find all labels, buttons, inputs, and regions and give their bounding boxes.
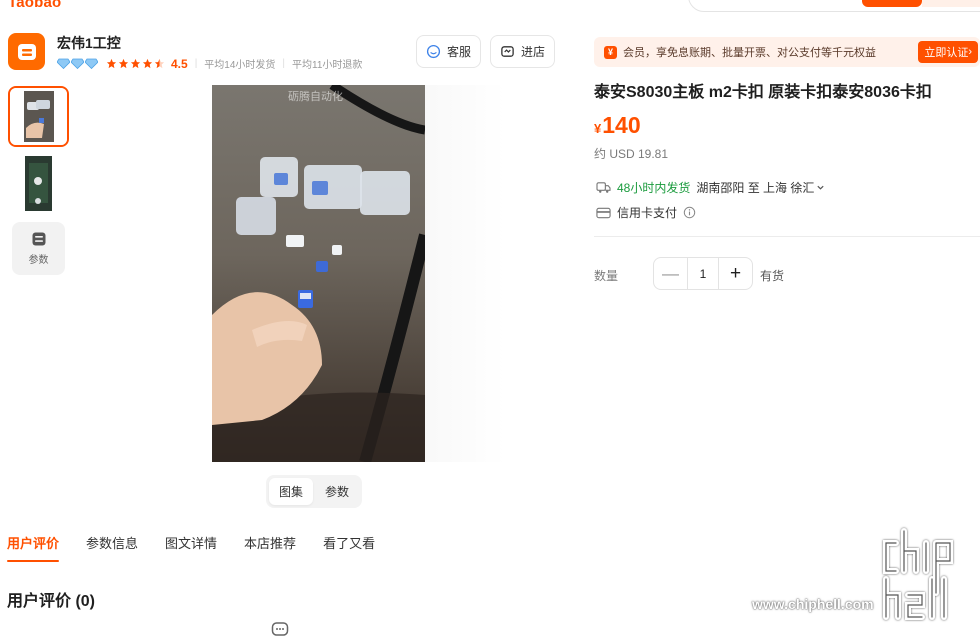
thumbnail-photo-2[interactable] — [8, 153, 69, 214]
search-secondary-button[interactable] — [922, 0, 980, 7]
params-thumbnail-label: 参数 — [28, 255, 49, 266]
star-icon — [142, 58, 153, 69]
tab-also-viewed[interactable]: 看了又看 — [323, 533, 375, 561]
increase-button[interactable]: + — [719, 258, 752, 289]
truck-icon — [596, 182, 611, 193]
product-photo — [212, 85, 425, 462]
tab-reviews[interactable]: 用户评价 — [7, 533, 60, 562]
product-price: ¥ 140 — [594, 112, 641, 139]
tab-params[interactable]: 参数信息 — [86, 533, 138, 561]
price-value: 140 — [602, 112, 641, 138]
ship-promise: 48小时内发货 — [617, 181, 691, 195]
chat-bubble-icon — [271, 621, 289, 639]
diamond-icon — [57, 58, 70, 69]
tab-details[interactable]: 图文详情 — [165, 533, 217, 561]
info-icon[interactable] — [683, 206, 696, 219]
shop-bag-icon — [17, 43, 36, 60]
tab-store-recommend[interactable]: 本店推荐 — [244, 533, 296, 561]
shop-meta: 4.5 | 平均14小时发货 | 平均11小时退款 — [57, 56, 362, 71]
credit-card-icon — [596, 207, 611, 218]
verify-now-button[interactable]: 立即认证 › — [918, 41, 978, 63]
store-icon — [501, 46, 514, 57]
verify-now-label: 立即认证 — [924, 47, 969, 59]
chevron-down-icon[interactable] — [816, 183, 825, 192]
decrease-button[interactable]: — — [654, 258, 687, 289]
shipping-row: 48小时内发货 湖南邵阳 至 上海 徐汇 — [596, 179, 825, 196]
chevron-right-icon: › — [968, 46, 972, 58]
switch-params[interactable]: 参数 — [315, 478, 359, 505]
shop-rating: 4.5 — [171, 56, 188, 71]
star-icon — [130, 58, 141, 69]
quantity-value[interactable]: 1 — [687, 258, 719, 289]
diamond-icon — [85, 58, 98, 69]
image-watermark: 砺腾自动化 — [288, 91, 343, 103]
customer-service-label: 客服 — [446, 45, 471, 59]
product-title: 泰安S8030主板 m2卡扣 原装卡扣泰安8036卡扣 — [594, 84, 932, 101]
enter-store-button[interactable]: 进店 — [490, 35, 555, 68]
detail-tabs: 用户评价 参数信息 图文详情 本店推荐 看了又看 — [7, 533, 402, 562]
payment-method: 信用卡支付 — [617, 206, 678, 220]
ship-route[interactable]: 湖南邵阳 至 上海 徐汇 — [696, 179, 814, 196]
reviews-title: 用户评价 (0) — [7, 593, 96, 610]
diamond-icon — [71, 58, 84, 69]
enter-store-label: 进店 — [520, 45, 545, 59]
params-icon — [32, 232, 45, 246]
quantity-stepper: — 1 + — [653, 257, 753, 290]
star-icon — [106, 58, 117, 69]
site-watermark: www.chiphell.com — [752, 596, 874, 612]
usd-price: 约 USD 19.81 — [594, 147, 669, 161]
half-star-icon — [154, 58, 165, 69]
star-icon — [118, 58, 129, 69]
shop-name[interactable]: 宏伟1工控 — [57, 33, 121, 53]
customer-service-button[interactable]: 客服 — [416, 35, 481, 68]
diamond-level-icons — [57, 58, 98, 69]
refund-time: 平均11小时退款 — [292, 60, 363, 71]
payment-row: 信用卡支付 — [596, 204, 696, 221]
params-thumbnail[interactable]: 参数 — [12, 222, 65, 275]
search-button[interactable] — [862, 0, 922, 7]
taobao-logo[interactable]: Taobao — [8, 0, 61, 11]
smile-chat-icon — [426, 44, 441, 59]
member-badge-icon: ¥ — [604, 45, 617, 59]
meta-divider: | — [282, 58, 286, 69]
price-currency: ¥ — [594, 121, 602, 136]
quantity-label: 数量 — [594, 269, 619, 283]
member-banner: ¥ 会员，享免息账期、批量开票、对公支付等千元权益 立即认证 › — [594, 37, 980, 67]
member-banner-text: 会员，享免息账期、批量开票、对公支付等千元权益 — [623, 47, 876, 59]
shop-logo[interactable] — [8, 33, 45, 70]
ship-time: 平均14小时发货 — [204, 60, 276, 71]
divider — [594, 236, 980, 237]
meta-divider: | — [194, 58, 198, 69]
product-photo-thumbnail — [8, 153, 69, 214]
image-shadow — [425, 85, 505, 462]
switch-images[interactable]: 图集 — [269, 478, 313, 505]
thumbnail-photo-1[interactable] — [8, 86, 69, 147]
stock-status: 有货 — [760, 269, 785, 283]
chiphell-logo-icon — [878, 523, 968, 628]
gallery-switch: 图集 参数 — [266, 475, 362, 508]
main-product-image[interactable]: 砺腾自动化 — [212, 85, 425, 462]
rating-stars — [106, 58, 165, 69]
product-photo-thumbnail — [10, 88, 67, 145]
